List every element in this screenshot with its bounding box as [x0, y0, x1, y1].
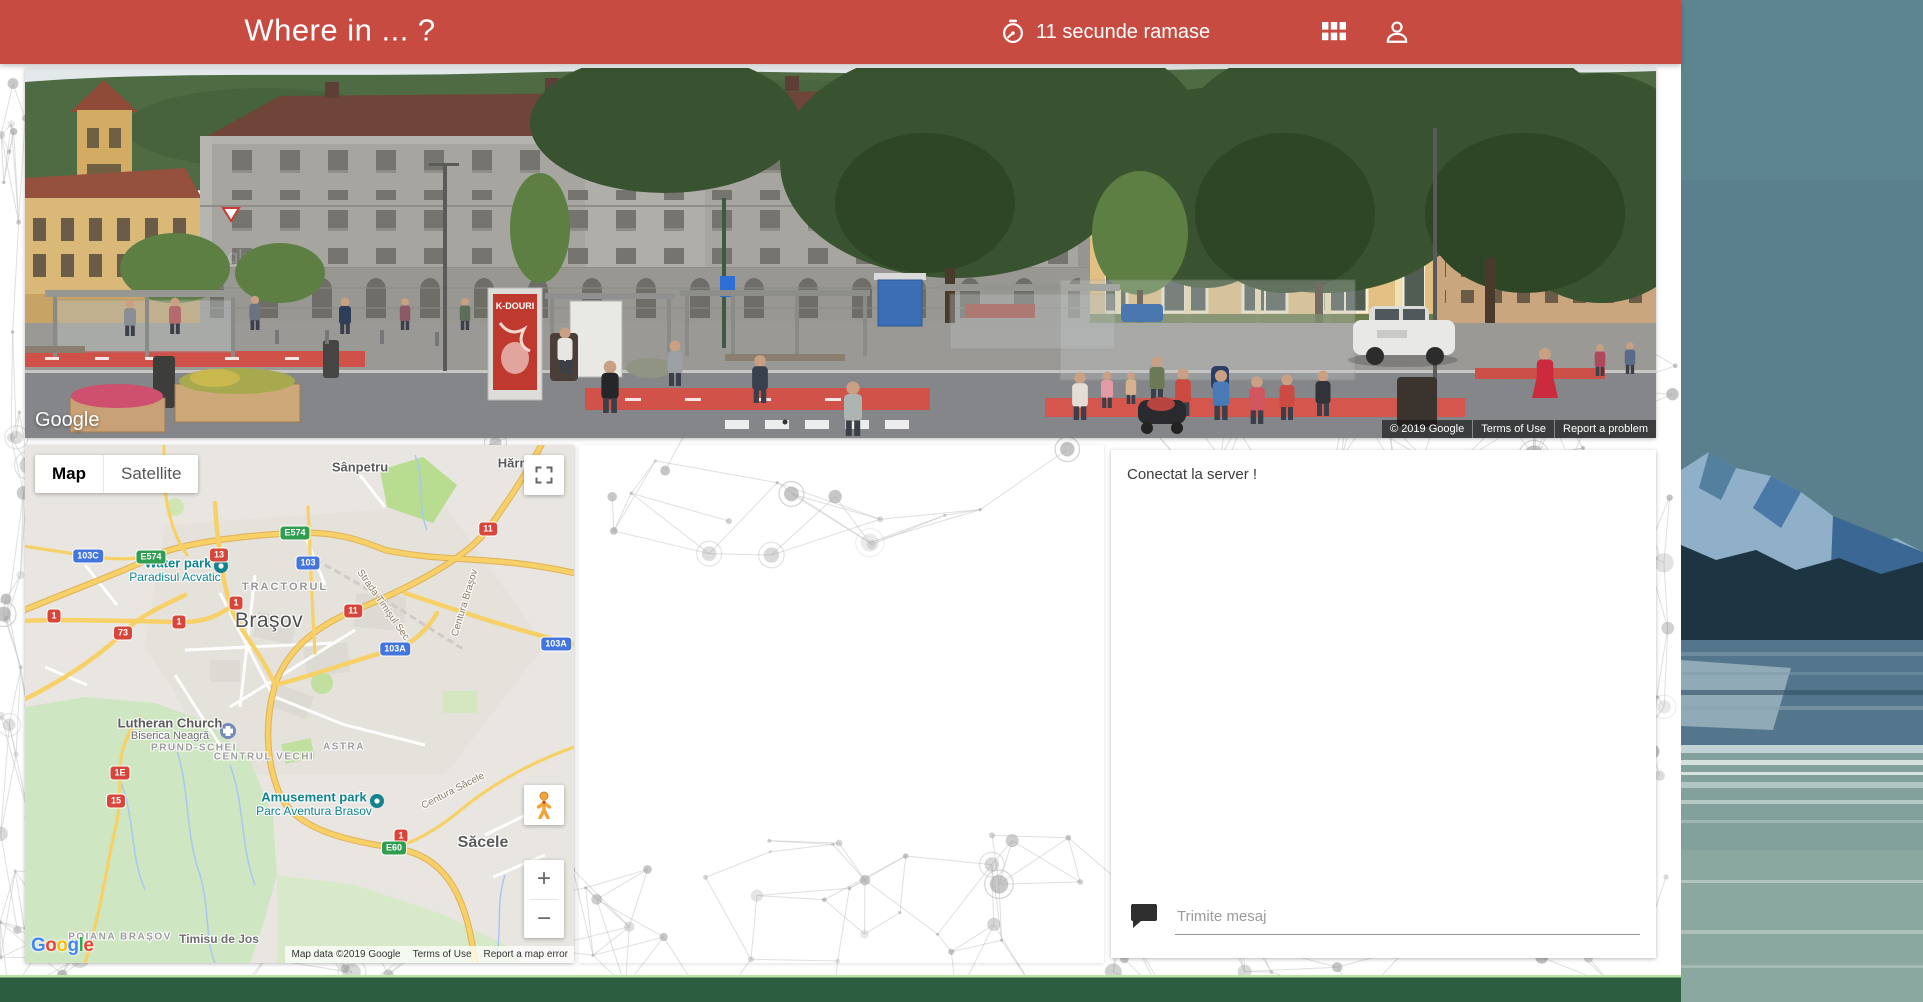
- road-shield: E574: [280, 527, 309, 540]
- map-type-satellite-button[interactable]: Satellite: [103, 455, 198, 493]
- road-shield: 11: [479, 523, 497, 536]
- map-label-sacele: Săcele: [458, 834, 509, 852]
- road-shield: 73: [114, 627, 132, 640]
- road-shield: 103A: [541, 638, 571, 651]
- chat-panel: Conectat la server !: [1111, 450, 1656, 958]
- map-label-tractorul: TRACTORUL: [242, 581, 328, 593]
- street-view-scene-art: © 2018 Google: [25, 68, 1656, 438]
- timer-icon: [1000, 19, 1026, 45]
- zoom-control: + −: [524, 860, 564, 938]
- map-terms-link[interactable]: Terms of Use: [413, 949, 472, 960]
- report-problem-link[interactable]: Report a problem: [1555, 420, 1656, 438]
- footer-bar: [0, 975, 1681, 1002]
- map-label-amusement-park: Amusement park: [261, 790, 366, 805]
- chat-status-message: Conectat la server !: [1127, 466, 1257, 483]
- fullscreen-icon: [534, 465, 554, 485]
- map-label-centrul-vechi: CENTRUL VECHI: [214, 752, 314, 763]
- road-shield: 103A: [380, 643, 410, 656]
- person-profile-icon[interactable]: [1384, 19, 1410, 45]
- map-label-biserica-neagra: Biserica Neagră: [131, 730, 209, 742]
- map-data-text: Map data ©2019 Google: [291, 949, 400, 960]
- road-shield: 103C: [73, 550, 103, 563]
- road-shield: E60: [382, 842, 406, 855]
- zoom-out-button[interactable]: −: [524, 900, 564, 939]
- pegman-icon: [535, 791, 553, 819]
- street-view-google-logo: Google: [35, 409, 100, 432]
- background-photo-mountain-lake: [1681, 0, 1923, 1002]
- map-label-brasov: Braşov: [235, 609, 303, 633]
- map-label-sanpetru: Sânpetru: [332, 460, 388, 475]
- street-ad-text: K-DOURI: [496, 301, 535, 311]
- map-google-logo: Google: [31, 935, 93, 957]
- map-label-astra: ASTRA: [323, 742, 365, 753]
- results-panel: [579, 445, 1104, 963]
- road-shield: 1: [172, 616, 185, 629]
- map-report-link[interactable]: Report a map error: [484, 949, 568, 960]
- chat-bubble-icon: [1129, 902, 1159, 930]
- road-shield: 1: [229, 597, 242, 610]
- road-shield: 13: [210, 549, 228, 562]
- road-shield: 11: [344, 605, 362, 618]
- app-header: Where in ... ? 11 secunde ramase: [0, 0, 1681, 64]
- chat-input-row: [1127, 898, 1640, 942]
- page-title: Where in ... ?: [244, 13, 435, 49]
- zoom-in-button[interactable]: +: [524, 860, 564, 899]
- road-shield: 15: [107, 795, 125, 808]
- street-view-panorama[interactable]: © 2018 Google: [25, 68, 1656, 438]
- map-type-map-button[interactable]: Map: [35, 455, 103, 493]
- copyright-text: © 2019 Google: [1382, 420, 1472, 438]
- road-shield: E574: [136, 551, 165, 564]
- map-label-parc-aventura: Parc Aventura Brasov: [256, 804, 372, 818]
- road-shield: 103: [296, 557, 319, 570]
- app-root: Where in ... ? 11 secunde ramase: [0, 0, 1923, 1002]
- road-shield: 1E: [110, 767, 129, 780]
- road-shield: 1: [47, 610, 60, 623]
- map-label-lutheran-church: Lutheran Church: [118, 716, 223, 731]
- fullscreen-button[interactable]: [524, 455, 564, 495]
- apps-grid-icon[interactable]: [1322, 22, 1346, 42]
- guess-minimap[interactable]: Sânpetru Hărman Water park Paradisul Acv…: [25, 445, 574, 963]
- street-view-attribution: © 2019 Google Terms of Use Report a prob…: [1382, 420, 1656, 438]
- map-type-control: Map Satellite: [35, 455, 198, 493]
- terms-of-use-link[interactable]: Terms of Use: [1473, 420, 1554, 438]
- chat-message-input[interactable]: [1175, 898, 1640, 935]
- map-attribution: Map data ©2019 Google Terms of Use Repor…: [285, 946, 574, 963]
- map-label-paradisul-acvatic: Paradisul Acvatic: [129, 570, 220, 584]
- timer-remaining-text: 11 secunde ramase: [1036, 21, 1210, 44]
- pegman-control[interactable]: [524, 785, 564, 825]
- map-label-timisu-de-jos: Timisu de Jos: [179, 932, 259, 946]
- round-timer: 11 secunde ramase: [1000, 0, 1210, 64]
